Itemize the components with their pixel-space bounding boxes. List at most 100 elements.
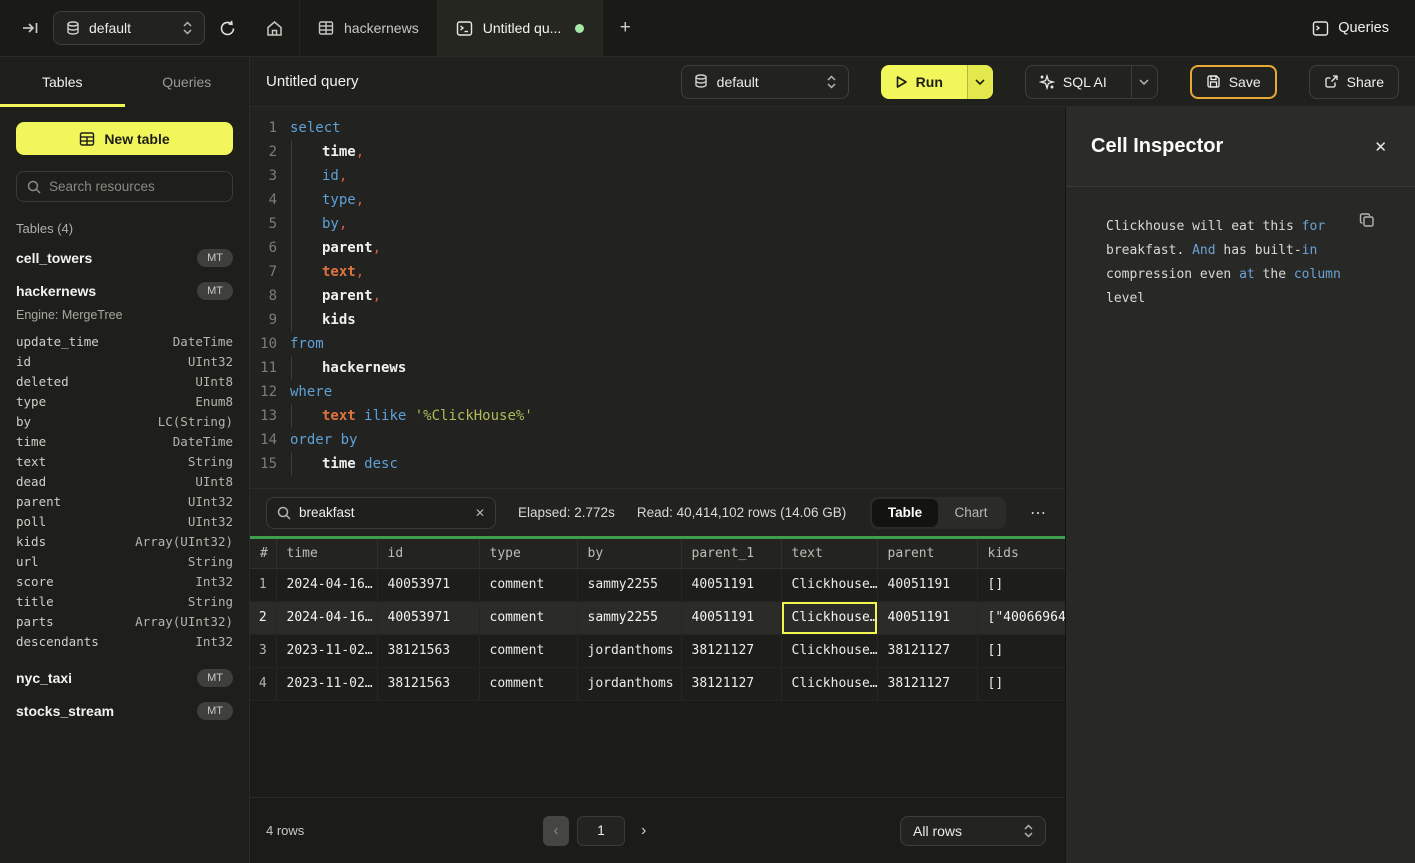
column-name: parent	[16, 494, 61, 509]
table-cell[interactable]: 38121563	[377, 667, 479, 700]
sidebar-table-stocks-stream[interactable]: stocks_stream MT	[16, 694, 233, 727]
tab-home[interactable]	[250, 0, 300, 56]
tab-untitled-query[interactable]: Untitled qu...	[438, 0, 604, 56]
cell-value-line: Clickhouse will eat this for	[1106, 215, 1371, 239]
toolbar-database-value: default	[717, 74, 818, 90]
line-number: 15	[250, 452, 277, 476]
results-grid: #timeidtypebyparent_1textparentkids12024…	[250, 539, 1065, 701]
next-page-button[interactable]: ›	[633, 822, 654, 840]
table-cell[interactable]: jordanthoms	[577, 667, 681, 700]
table-cell[interactable]: 2023-11-02…	[276, 634, 377, 667]
view-table-button[interactable]: Table	[872, 499, 938, 527]
sidebar-table-cell-towers[interactable]: cell_towers MT	[16, 241, 233, 274]
new-tab-button[interactable]: +	[603, 0, 647, 56]
table-cell[interactable]: []	[977, 667, 1065, 700]
code-text: by,	[290, 212, 347, 236]
database-selector-value: default	[89, 20, 174, 36]
table-row: 22024-04-16…40053971commentsammy22554005…	[250, 601, 1065, 634]
table-cell[interactable]: 38121127	[877, 667, 977, 700]
line-number: 7	[250, 260, 277, 284]
page-size-selector[interactable]: All rows	[900, 816, 1046, 846]
column-name: title	[16, 594, 54, 609]
column-header[interactable]: by	[577, 539, 681, 568]
column-header[interactable]: parent_1	[681, 539, 781, 568]
clear-search-button[interactable]: ✕	[475, 506, 485, 520]
table-cell[interactable]: jordanthoms	[577, 634, 681, 667]
sidebar-tab-tables[interactable]: Tables	[0, 57, 125, 107]
table-cell[interactable]: Clickhouse…	[781, 568, 877, 601]
run-button[interactable]: Run	[881, 65, 993, 99]
refresh-button[interactable]	[219, 20, 236, 37]
table-cell[interactable]: 38121563	[377, 634, 479, 667]
chevron-updown-icon	[183, 21, 192, 35]
sidebar-table-nyc-taxi[interactable]: nyc_taxi MT	[16, 661, 233, 694]
query-title: Untitled query	[266, 73, 359, 90]
code-line: 3id,	[250, 164, 1065, 188]
table-cell[interactable]: comment	[479, 568, 577, 601]
sidebar-table-hackernews[interactable]: hackernews MT	[16, 274, 233, 307]
view-chart-button[interactable]: Chart	[938, 499, 1004, 527]
table-cell[interactable]: 40051191	[877, 601, 977, 634]
table-cell[interactable]: 2024-04-16…	[276, 568, 377, 601]
run-options-chevron[interactable]	[967, 65, 993, 99]
table-cell[interactable]: comment	[479, 601, 577, 634]
results-search[interactable]: ✕	[266, 497, 496, 529]
table-cell[interactable]: Clickhouse…	[781, 634, 877, 667]
sql-editor[interactable]: 1select2time,3id,4type,5by,6parent,7text…	[250, 107, 1065, 488]
sidebar-tab-queries[interactable]: Queries	[125, 57, 250, 107]
column-header[interactable]: text	[781, 539, 877, 568]
table-cell[interactable]: comment	[479, 634, 577, 667]
table-cell[interactable]: 40051191	[681, 568, 781, 601]
column-header[interactable]: #	[250, 539, 276, 568]
table-cell[interactable]: 2023-11-02…	[276, 667, 377, 700]
column-header[interactable]: kids	[977, 539, 1065, 568]
table-cell[interactable]: comment	[479, 667, 577, 700]
table-cell[interactable]: ["40066964…	[977, 601, 1065, 634]
toolbar-database-selector[interactable]: default	[681, 65, 849, 99]
results-search-input[interactable]	[299, 505, 467, 520]
table-cell[interactable]: 38121127	[877, 634, 977, 667]
save-button[interactable]: Save	[1190, 65, 1277, 99]
table-cell[interactable]: 2024-04-16…	[276, 601, 377, 634]
code-text: parent,	[290, 284, 381, 308]
table-cell[interactable]: 38121127	[681, 667, 781, 700]
table-cell[interactable]: []	[977, 568, 1065, 601]
line-number: 2	[250, 140, 277, 164]
code-text: text ilike '%ClickHouse%'	[290, 404, 533, 428]
resource-search[interactable]	[16, 171, 233, 202]
table-cell[interactable]: 40053971	[377, 568, 479, 601]
column-header[interactable]: time	[276, 539, 377, 568]
database-selector[interactable]: default	[53, 11, 205, 45]
resource-search-input[interactable]	[49, 179, 222, 194]
new-table-button[interactable]: New table	[16, 122, 233, 155]
table-cell[interactable]: sammy2255	[577, 568, 681, 601]
results-more-button[interactable]: ⋯	[1028, 503, 1049, 523]
sql-ai-chevron[interactable]	[1131, 66, 1157, 98]
table-cell[interactable]: 40051191	[877, 568, 977, 601]
table-cell[interactable]: 40051191	[681, 601, 781, 634]
tab-hackernews[interactable]: hackernews	[300, 0, 438, 56]
table-cell[interactable]: []	[977, 634, 1065, 667]
results-table: #timeidtypebyparent_1textparentkids12024…	[250, 539, 1066, 701]
close-inspector-button[interactable]: ✕	[1374, 138, 1387, 156]
sql-ai-button[interactable]: SQL AI	[1025, 65, 1158, 99]
table-cell[interactable]: sammy2255	[577, 601, 681, 634]
collapse-sidebar-button[interactable]	[22, 20, 39, 36]
queries-panel-button[interactable]: Queries	[1286, 0, 1415, 56]
table-row: 12024-04-16…40053971commentsammy22554005…	[250, 568, 1065, 601]
column-header[interactable]: type	[479, 539, 577, 568]
prev-page-button[interactable]: ‹	[543, 816, 569, 846]
column-header[interactable]: id	[377, 539, 479, 568]
table-cell[interactable]: Clickhouse…	[781, 601, 877, 634]
table-cell[interactable]: 40053971	[377, 601, 479, 634]
line-number: 12	[250, 380, 277, 404]
table-icon	[79, 131, 95, 147]
page-number-input[interactable]	[577, 816, 625, 846]
row-number-cell: 2	[250, 601, 276, 634]
share-button[interactable]: Share	[1309, 65, 1399, 99]
copy-button[interactable]	[1359, 212, 1375, 228]
table-cell[interactable]: 38121127	[681, 634, 781, 667]
column-header[interactable]: parent	[877, 539, 977, 568]
save-icon	[1206, 74, 1221, 89]
table-cell[interactable]: Clickhouse…	[781, 667, 877, 700]
